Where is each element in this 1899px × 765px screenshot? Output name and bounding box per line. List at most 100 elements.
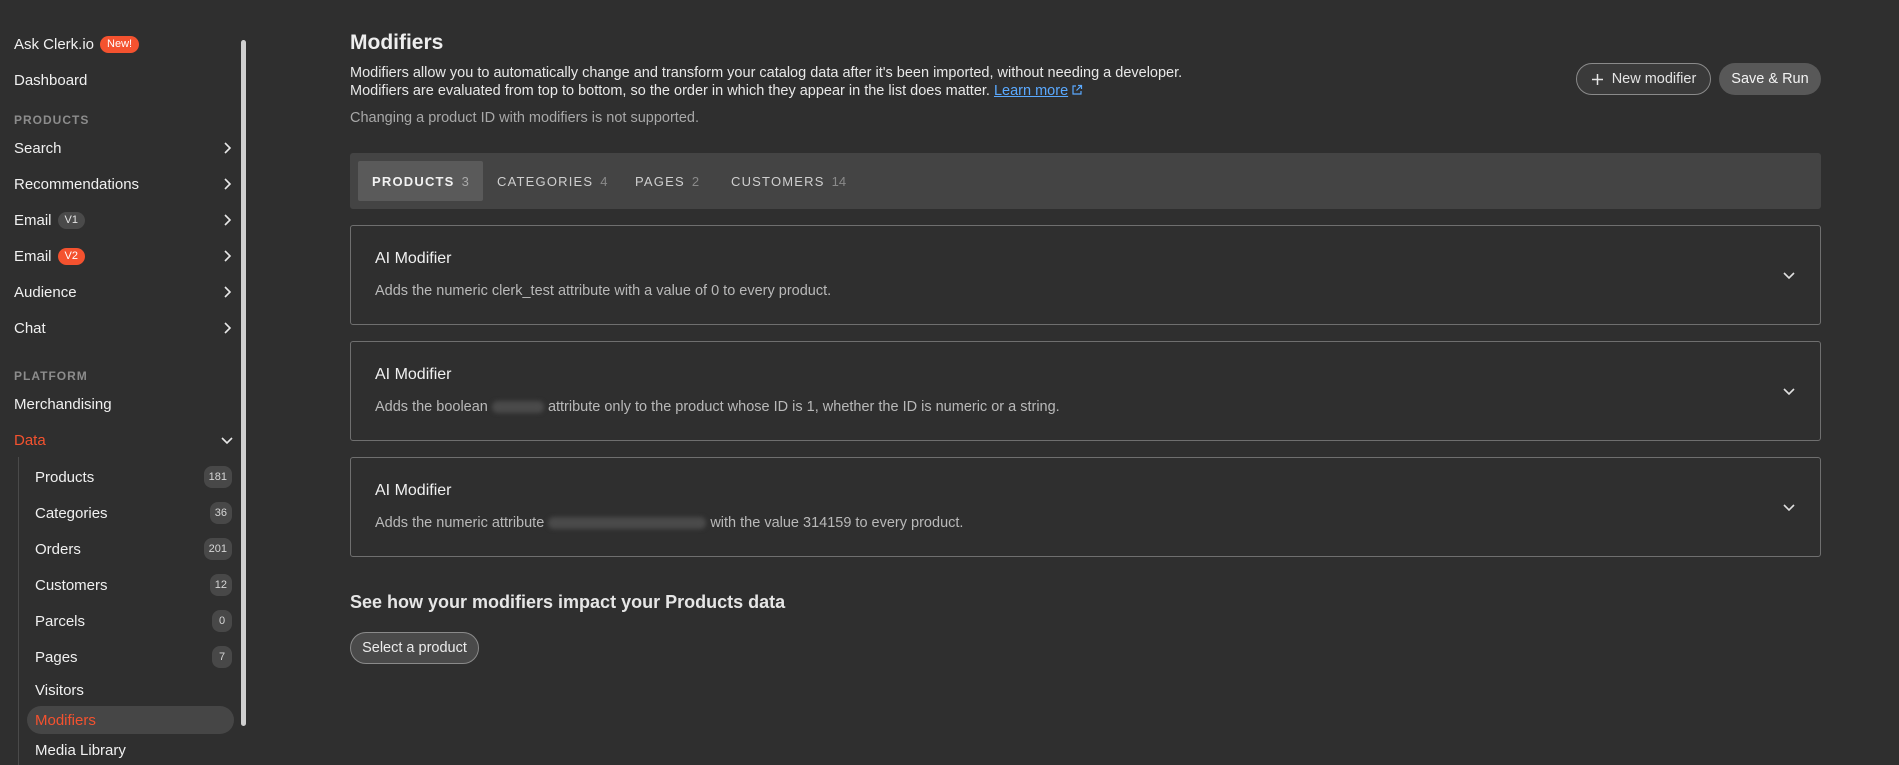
modifier-title: AI Modifier bbox=[375, 250, 452, 267]
entity-tabs: PRODUCTS 3 CATEGORIES 4 PAGES 2 CUSTOMER… bbox=[350, 153, 1821, 209]
count-badge: 7 bbox=[212, 646, 232, 668]
sidebar-item-label: Recommendations bbox=[14, 175, 140, 193]
sidebar-item-search[interactable]: Search bbox=[14, 133, 234, 163]
sidebar-item-label: Chat bbox=[14, 319, 46, 337]
modifier-card[interactable]: AI Modifier Adds the boolean attribute o… bbox=[350, 341, 1821, 441]
learn-more-label: Learn more bbox=[993, 83, 1069, 99]
sidebar-subitem-label: Visitors bbox=[35, 681, 84, 699]
modifier-description: Adds the numeric attribute with the valu… bbox=[375, 515, 963, 531]
sidebar-subitem-media-library[interactable]: Media Library bbox=[27, 736, 234, 764]
modifier-description: Adds the boolean attribute only to the p… bbox=[375, 399, 1060, 415]
chevron-right-icon bbox=[220, 321, 234, 335]
description-text: Modifiers are evaluated from top to bott… bbox=[350, 83, 990, 99]
sidebar-item-label: Ask Clerk.io bbox=[14, 35, 95, 53]
modifier-description: Adds the numeric clerk_test attribute wi… bbox=[375, 283, 832, 299]
tab-customers[interactable]: CUSTOMERS 14 bbox=[717, 161, 860, 201]
description-text: with the value 314159 to every product. bbox=[710, 515, 964, 531]
sidebar-subitem-orders[interactable]: Orders 201 bbox=[27, 535, 234, 563]
sidebar-item-dashboard[interactable]: Dashboard bbox=[14, 65, 234, 95]
description-text: attribute only to the product whose ID i… bbox=[547, 399, 1060, 415]
sidebar-subitem-pages[interactable]: Pages 7 bbox=[27, 643, 234, 671]
modifier-title: AI Modifier bbox=[375, 482, 452, 499]
impact-section-title: See how your modifiers impact your Produ… bbox=[350, 592, 786, 612]
modifier-card[interactable]: AI Modifier Adds the numeric clerk_test … bbox=[350, 225, 1821, 325]
sidebar-subitem-parcels[interactable]: Parcels 0 bbox=[27, 607, 234, 635]
page-description-line-1: Modifiers allow you to automatically cha… bbox=[350, 65, 1183, 81]
redacted-attribute bbox=[548, 517, 707, 530]
chevron-right-icon bbox=[220, 177, 234, 191]
sidebar-subitem-label: Customers bbox=[35, 576, 108, 594]
tab-label: CATEGORIES bbox=[497, 173, 594, 189]
select-product-button[interactable]: Select a product bbox=[350, 632, 479, 664]
sidebar-subitem-label: Parcels bbox=[35, 612, 86, 630]
save-run-button[interactable]: Save & Run bbox=[1719, 63, 1821, 95]
sidebar: Ask Clerk.io New! Dashboard PRODUCTS Sea… bbox=[0, 0, 248, 765]
tab-pages[interactable]: PAGES 2 bbox=[621, 161, 713, 201]
new-badge: New! bbox=[100, 35, 140, 53]
tab-label: CUSTOMERS bbox=[731, 173, 825, 189]
sidebar-item-chat[interactable]: Chat bbox=[14, 313, 234, 343]
sidebar-subitem-label: Pages bbox=[35, 648, 78, 666]
subnav-divider bbox=[18, 457, 19, 765]
sidebar-item-label: Email bbox=[14, 247, 52, 265]
count-badge: 12 bbox=[209, 574, 232, 596]
version-badge: V2 bbox=[57, 247, 85, 265]
new-modifier-button[interactable]: New modifier bbox=[1576, 63, 1711, 95]
section-label-platform: PLATFORM bbox=[14, 369, 88, 383]
sidebar-subitem-customers[interactable]: Customers 12 bbox=[27, 571, 234, 599]
count-badge: 201 bbox=[203, 538, 232, 560]
count-badge: 181 bbox=[203, 466, 232, 488]
sidebar-item-audience[interactable]: Audience bbox=[14, 277, 234, 307]
sidebar-item-label: Email bbox=[14, 211, 52, 229]
chevron-down-icon[interactable] bbox=[1782, 500, 1796, 514]
tab-count: 2 bbox=[691, 173, 700, 189]
sidebar-item-ask-clerk[interactable]: Ask Clerk.io New! bbox=[14, 29, 234, 59]
sidebar-item-label: Data bbox=[14, 431, 46, 449]
chevron-down-icon[interactable] bbox=[1782, 384, 1796, 398]
page-title: Modifiers bbox=[350, 31, 444, 54]
sidebar-item-email-v1[interactable]: Email V1 bbox=[14, 205, 234, 235]
description-text: Adds the numeric attribute bbox=[375, 515, 545, 531]
modifier-title: AI Modifier bbox=[375, 366, 452, 383]
count-badge: 0 bbox=[212, 610, 232, 632]
sidebar-item-email-v2[interactable]: Email V2 bbox=[14, 241, 234, 271]
sidebar-item-recommendations[interactable]: Recommendations bbox=[14, 169, 234, 199]
sidebar-subitem-categories[interactable]: Categories 36 bbox=[27, 499, 234, 527]
sidebar-scrollbar[interactable] bbox=[241, 40, 246, 726]
sidebar-subitem-label: Products bbox=[35, 468, 95, 486]
version-badge: V1 bbox=[57, 211, 85, 229]
chevron-right-icon bbox=[220, 213, 234, 227]
tab-label: PAGES bbox=[635, 173, 685, 189]
sidebar-item-label: Dashboard bbox=[14, 71, 88, 89]
id-change-note: Changing a product ID with modifiers is … bbox=[350, 110, 699, 126]
sidebar-item-merchandising[interactable]: Merchandising bbox=[14, 389, 234, 419]
chevron-down-icon[interactable] bbox=[1782, 268, 1796, 282]
tab-count: 14 bbox=[831, 173, 847, 189]
sidebar-subitem-label: Categories bbox=[35, 504, 108, 522]
tab-products[interactable]: PRODUCTS 3 bbox=[358, 161, 483, 201]
tab-count: 3 bbox=[461, 173, 469, 189]
redacted-attribute bbox=[491, 401, 544, 414]
tab-label: PRODUCTS bbox=[372, 173, 455, 189]
section-label-products: PRODUCTS bbox=[14, 113, 90, 127]
tab-count: 4 bbox=[600, 173, 608, 189]
chevron-right-icon bbox=[220, 249, 234, 263]
tab-categories[interactable]: CATEGORIES 4 bbox=[483, 161, 622, 201]
sidebar-item-label: Search bbox=[14, 139, 62, 157]
sidebar-item-data[interactable]: Data bbox=[14, 425, 234, 455]
plus-icon bbox=[1591, 73, 1603, 85]
sidebar-subitem-label: Orders bbox=[35, 540, 81, 558]
description-text: Adds the boolean bbox=[375, 399, 488, 415]
modifier-card[interactable]: AI Modifier Adds the numeric attribute w… bbox=[350, 457, 1821, 557]
chevron-right-icon bbox=[220, 141, 234, 155]
sidebar-subitem-modifiers[interactable]: Modifiers bbox=[27, 706, 234, 734]
learn-more-link[interactable]: Learn more bbox=[994, 83, 1083, 99]
chevron-down-icon bbox=[220, 433, 234, 447]
sidebar-subitem-visitors[interactable]: Visitors bbox=[27, 676, 234, 704]
sidebar-subitem-products[interactable]: Products 181 bbox=[27, 463, 234, 491]
external-link-icon bbox=[1072, 84, 1083, 95]
sidebar-subitem-label: Media Library bbox=[35, 741, 126, 759]
sidebar-subitem-label: Modifiers bbox=[35, 711, 96, 729]
new-modifier-label: New modifier bbox=[1611, 71, 1697, 87]
sidebar-item-label: Audience bbox=[14, 283, 77, 301]
